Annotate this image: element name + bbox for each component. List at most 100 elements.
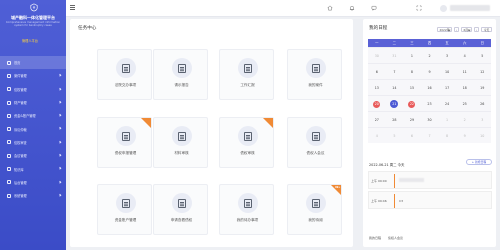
calendar-day[interactable]: 30 (421, 112, 439, 127)
fullscreen-icon[interactable] (416, 5, 422, 11)
schedule-event[interactable]: 上午 09:00 (368, 171, 492, 189)
add-schedule-button[interactable]: + 新增日程 (466, 159, 492, 165)
calendar-day[interactable]: 5 (386, 128, 404, 143)
calendar-day[interactable]: 2 (421, 48, 439, 63)
calendar-day[interactable]: 3 (473, 112, 491, 127)
calendar-day-number: 17 (445, 86, 450, 90)
calendar-day[interactable]: 9 (421, 64, 439, 79)
schedule-title: 我的日程 (369, 26, 388, 31)
calendar-day[interactable]: 14 (386, 80, 404, 95)
calendar-day[interactable]: 16 (421, 80, 439, 95)
calendar-day[interactable]: 19 (473, 80, 491, 95)
notification-bell-icon[interactable] (349, 5, 355, 11)
task-card[interactable]: 我的待阅 99+ (287, 184, 342, 235)
calendar-day-number: 8 (446, 134, 449, 138)
task-card[interactable]: 债权人会议 (287, 117, 342, 168)
calendar-day[interactable]: 4 (456, 48, 474, 63)
menu-icon (7, 167, 11, 172)
calendar-day-number: 14 (392, 86, 397, 90)
menu-toggle-icon[interactable] (70, 5, 75, 10)
avatar[interactable] (440, 4, 447, 12)
task-card[interactable]: 债权申报管理 (97, 117, 152, 168)
sidebar-item[interactable]: 诉讼仲裁 (0, 122, 66, 135)
calendar-day[interactable]: 13 (368, 80, 386, 95)
calendar-day[interactable]: 25 (456, 96, 474, 111)
sidebar-item-label: 后台管理 (14, 180, 27, 185)
schedule-event[interactable]: 上午 09:46 C3 (368, 191, 492, 209)
prev-month-button[interactable]: ‹ (454, 27, 459, 32)
task-card[interactable]: 债权审核 (219, 117, 274, 168)
sidebar-item-label: 系统管理 (14, 194, 27, 199)
sidebar-item[interactable]: 债权审查 (0, 136, 66, 149)
sidebar-item[interactable]: 后台管理 (0, 176, 66, 189)
sidebar-item[interactable]: 案件管理 (0, 69, 66, 82)
calendar-day-number: 31 (392, 54, 397, 58)
calendar-day[interactable]: 1 (403, 48, 421, 63)
message-icon[interactable] (371, 5, 377, 11)
sidebar-item[interactable]: 资金&账户管理 (0, 109, 66, 122)
calendar-day[interactable]: 3 (438, 48, 456, 63)
calendar-day[interactable]: 24 (438, 96, 456, 111)
calendar-day[interactable]: 12 (473, 64, 491, 79)
calendar-day[interactable]: 28 (386, 112, 404, 127)
calendar-day[interactable]: 15 (403, 80, 421, 95)
task-card[interactable]: 工作汇报 (219, 49, 274, 100)
calendar-day-number: 13 (374, 86, 379, 90)
sidebar-item-label: 案件管理 (14, 74, 27, 79)
task-card[interactable]: 请示报告 (153, 49, 208, 100)
calendar-day[interactable]: 7 (421, 128, 439, 143)
calendar-day[interactable]: 11 (456, 64, 474, 79)
calendar-day-number: 4 (375, 134, 378, 138)
calendar-day-number: 24 (445, 102, 450, 106)
home-icon[interactable] (327, 5, 333, 11)
footer-link-creditor-meeting[interactable]: 债权人会议 (388, 236, 403, 240)
sidebar-item-label: 知识库 (14, 167, 24, 172)
calendar-day[interactable]: 17 (438, 80, 456, 95)
calendar-day[interactable]: 7 (386, 64, 404, 79)
sidebar-item[interactable]: 首页 (0, 56, 66, 70)
calendar-day[interactable]: 18 (456, 80, 474, 95)
task-card-label: 材料审核 (174, 151, 189, 155)
menu-icon (7, 140, 11, 145)
sidebar-item[interactable]: 财产管理 (0, 96, 66, 109)
today-button[interactable]: 今天 (481, 27, 492, 32)
task-card[interactable]: 我的待办事项 (219, 184, 274, 235)
calendar-day[interactable]: 6 (368, 64, 386, 79)
sidebar-item[interactable]: 会议管理 (0, 149, 66, 162)
calendar-day[interactable]: 31 (386, 48, 404, 63)
calendar-day[interactable]: 2 (456, 112, 474, 127)
calendar-day[interactable]: 1 (438, 112, 456, 127)
calendar-day[interactable]: 20 (368, 96, 386, 111)
calendar-day-number: 10 (445, 70, 450, 74)
sidebar-item[interactable]: 系统管理 (0, 189, 66, 202)
calendar-day[interactable]: 9 (456, 128, 474, 143)
calendar-day[interactable]: 5 (473, 48, 491, 63)
calendar-day[interactable]: 10 (438, 64, 456, 79)
sidebar-item-label: 诉讼仲裁 (14, 127, 27, 132)
task-card[interactable]: 法院交办事项 (97, 49, 152, 100)
task-card[interactable]: 材料审核 (153, 117, 208, 168)
calendar-day[interactable]: 29 (403, 112, 421, 127)
next-month-button[interactable]: › (474, 27, 479, 32)
month-select[interactable]: 6月 (461, 27, 472, 32)
task-card[interactable]: 资金账户管理 (97, 184, 152, 235)
chevron-icon (58, 126, 62, 131)
calendar-day[interactable]: 8 (438, 128, 456, 143)
calendar-day[interactable]: 27 (368, 112, 386, 127)
calendar-day[interactable]: 8 (403, 64, 421, 79)
calendar-day[interactable]: 21 (386, 96, 404, 111)
year-select[interactable]: 2022年 (437, 27, 452, 32)
calendar-day[interactable]: 4 (368, 128, 386, 143)
calendar-day[interactable]: 26 (473, 96, 491, 111)
calendar-day[interactable]: 30 (368, 48, 386, 63)
calendar-day[interactable]: 6 (403, 128, 421, 143)
calendar-day[interactable]: 22 (403, 96, 421, 111)
calendar-day[interactable]: 10 (473, 128, 491, 143)
calendar-day[interactable]: 23 (421, 96, 439, 111)
sidebar-item[interactable]: 知识库 (0, 162, 66, 175)
sidebar-item[interactable]: 债权管理 (0, 83, 66, 96)
footer-link-my-schedule[interactable]: 我的日程 (369, 236, 381, 240)
task-card[interactable]: 我的案件 (287, 49, 342, 100)
task-card[interactable]: 申请查看债权 (153, 184, 208, 235)
user-name-blurred[interactable] (450, 5, 490, 11)
